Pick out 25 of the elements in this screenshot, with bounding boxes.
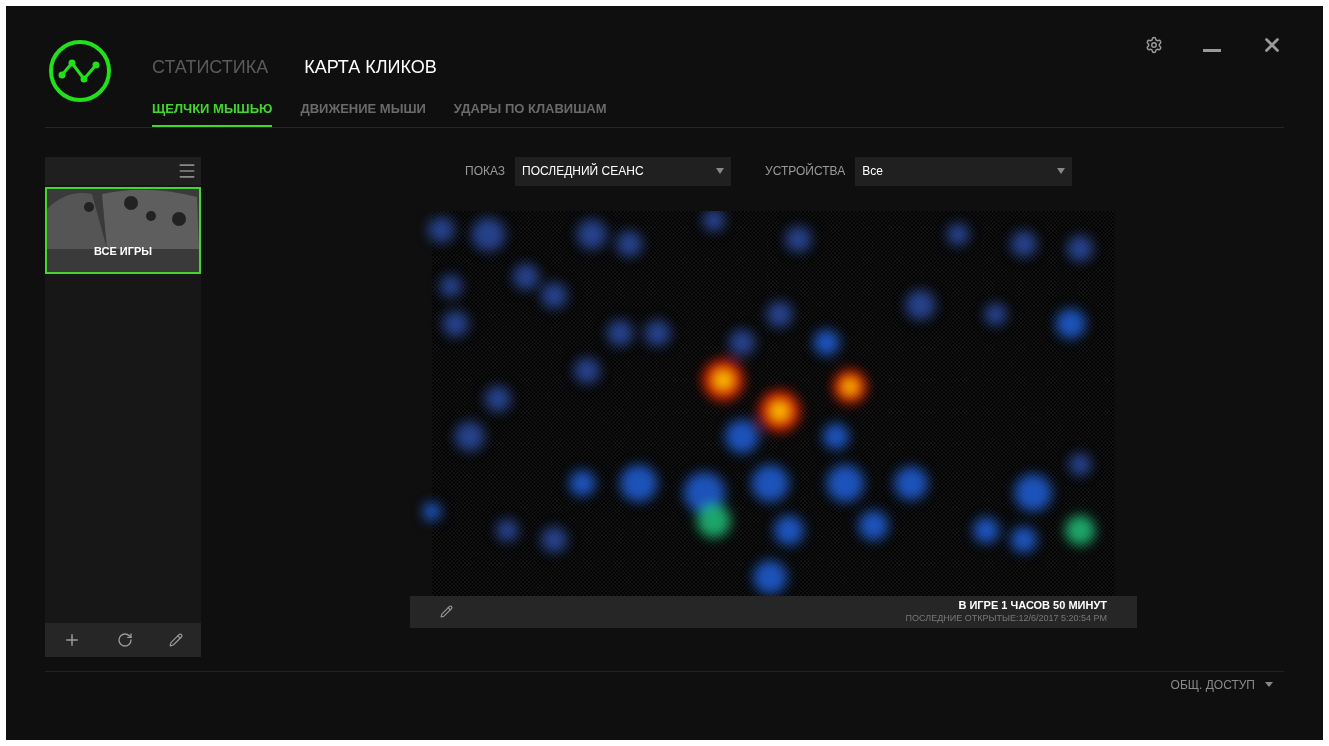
pencil-icon	[440, 605, 453, 619]
game-card[interactable]: ВСЕ ИГРЫ	[45, 186, 201, 274]
caret-icon	[1057, 168, 1066, 174]
main-tab[interactable]: КАРТА КЛИКОВ	[304, 54, 437, 81]
sub-tab[interactable]: УДАРЫ ПО КЛАВИШАМ	[453, 99, 607, 127]
sub-tab[interactable]: ДВИЖЕНИЕ МЫШИ	[300, 99, 426, 127]
filter-dropdown[interactable]: Все	[855, 156, 1073, 186]
last-opened-text: ПОСЛЕДНИЕ ОТКРЫТЫЕ:12/6/2017 5:20:54 PM	[905, 612, 1107, 625]
refresh-button[interactable]	[117, 631, 133, 648]
filter-label: ПОКАЗ	[465, 163, 506, 180]
caret-icon	[1265, 682, 1273, 687]
game-label: ВСЕ ИГРЫ	[92, 244, 154, 259]
filter-label: УСТРОЙСТВА	[765, 162, 846, 180]
filter-dropdown[interactable]: ПОСЛЕДНИЙ СЕАНС	[515, 156, 732, 186]
logo-icon	[48, 39, 112, 103]
caret-icon	[716, 168, 725, 174]
playtime-text: В ИГРЕ 1 ЧАСОВ 50 МИНУТ	[958, 599, 1107, 613]
edit-button[interactable]	[440, 605, 453, 619]
minimize-icon	[1203, 48, 1221, 52]
gear-icon	[1145, 36, 1163, 54]
refresh-icon	[117, 631, 133, 648]
share-button[interactable]: ОБЩ. ДОСТУП	[1170, 675, 1273, 694]
settings-button[interactable]	[1145, 36, 1163, 54]
pencil-icon	[169, 632, 183, 647]
edit-button[interactable]	[169, 632, 183, 647]
